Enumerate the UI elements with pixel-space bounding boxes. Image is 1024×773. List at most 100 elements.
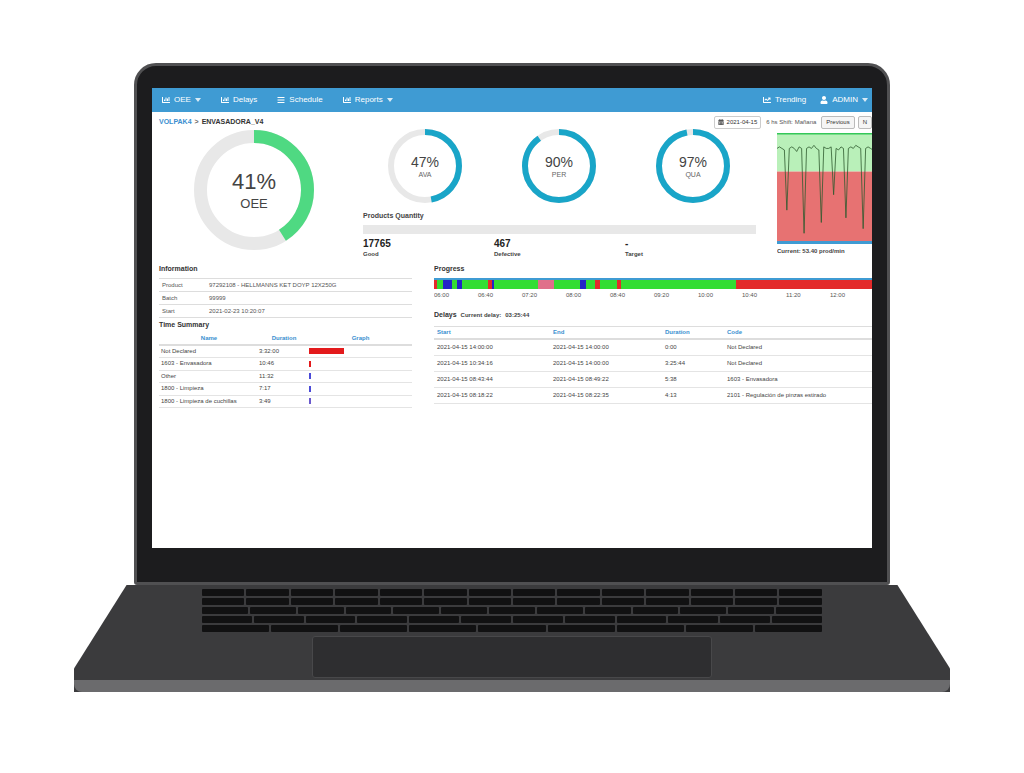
delay-cell: 3:25:44: [662, 359, 724, 368]
summary-graph: [309, 348, 412, 354]
information-value: 2021-02-23 10:20:07: [209, 307, 265, 316]
nav-label: Trending: [775, 94, 806, 106]
keyboard-key: [617, 616, 667, 623]
column-header[interactable]: Name: [159, 334, 259, 343]
caret-down-icon: [195, 98, 201, 102]
gauge-value: 97%: [679, 155, 707, 169]
chart-icon: [277, 96, 285, 104]
keyboard-key: [602, 598, 644, 605]
rate-current: Current: 53.40 prod/min: [777, 247, 872, 256]
summary-name: Not Declared: [159, 347, 259, 356]
keyboard-key: [646, 598, 688, 605]
keyboard-key: [617, 625, 684, 632]
keyboard-key: [246, 598, 288, 605]
keyboard-key: [668, 616, 718, 623]
summary-duration: 3:32:00: [259, 347, 309, 356]
timeline-segment[interactable]: [462, 280, 488, 289]
summary-bar: [309, 398, 311, 404]
timeline-tick: 12:00: [830, 291, 872, 300]
current-delay-value: 03:25:44: [505, 311, 529, 320]
breadcrumb: VOLPAK4>ENVASADORA_V4: [159, 117, 263, 128]
nav-left: OEE Delays Schedule Reports: [162, 94, 393, 106]
keyboard-key: [646, 589, 688, 596]
delay-row[interactable]: 2021-04-15 14:00:002021-04-15 14:00:000:…: [434, 340, 872, 356]
delays-title: Delays: [434, 310, 457, 321]
keyboard-key: [728, 607, 774, 614]
keyboard-key: [602, 589, 644, 596]
timeline-segment[interactable]: [538, 280, 553, 289]
column-header[interactable]: Duration: [662, 328, 724, 337]
keyboard-key: [202, 607, 248, 614]
nav-item[interactable]: Trending: [763, 94, 806, 106]
metrics-column: 47%AVA90%PER97%QUAProducts Quantity17765…: [363, 129, 756, 258]
date-value: 2021-04-15: [727, 118, 758, 127]
timeline-segment[interactable]: [586, 280, 595, 289]
keyboard-key: [779, 589, 821, 596]
summary-bar: [309, 373, 311, 379]
nav-button[interactable]: N: [858, 116, 872, 129]
keyboard-row: [202, 598, 822, 605]
keyboard-key: [776, 607, 822, 614]
column-header[interactable]: Duration: [259, 334, 309, 343]
timeline-segment[interactable]: [621, 280, 736, 289]
timeline-tick: 11:20: [786, 291, 830, 300]
breadcrumb-plant[interactable]: VOLPAK4: [159, 117, 192, 128]
summary-bar: [309, 348, 344, 354]
nav-item[interactable]: Schedule: [277, 94, 322, 106]
delay-cell: 2021-04-15 10:34:16: [434, 359, 550, 368]
keyboard-key: [246, 589, 288, 596]
breadcrumb-separator: >: [195, 117, 199, 128]
timeline-tick: 10:40: [742, 291, 786, 300]
breadcrumb-machine: ENVASADORA_V4: [202, 117, 264, 128]
count-value: 467: [494, 238, 625, 250]
column-header[interactable]: End: [550, 328, 662, 337]
gauge-label: AVA: [419, 171, 432, 178]
summary-name: 1800 - Limpieza: [159, 384, 259, 393]
nav-item[interactable]: ADMIN: [820, 94, 868, 106]
date-field[interactable]: 2021-04-15: [714, 116, 762, 129]
screen: OEE Delays Schedule Reports Trending ADMIN VOL…: [152, 88, 872, 548]
delay-row[interactable]: 2021-04-15 10:34:162021-04-15 14:00:003:…: [434, 356, 872, 372]
timeline-segment[interactable]: [600, 280, 618, 289]
left-panel: InformationProduct97292108 - HELLMANNS K…: [159, 264, 412, 409]
keyboard-key: [424, 598, 466, 605]
timeline-tick: 07:20: [522, 291, 566, 300]
delay-row[interactable]: 2021-04-15 08:43:442021-04-15 08:49:225:…: [434, 372, 872, 388]
right-panel: Progress06:0006:4007:2008:0008:4009:2010…: [434, 264, 872, 409]
nav-label: Reports: [355, 94, 383, 106]
summary-graph: [309, 373, 412, 379]
rate-chart: [777, 133, 872, 241]
nav-button[interactable]: Previous: [821, 116, 854, 129]
keyboard-row: [202, 589, 822, 596]
column-header[interactable]: Code: [724, 328, 872, 337]
keyboard-key: [513, 598, 555, 605]
keyboard-key: [202, 589, 244, 596]
nav-item[interactable]: Reports: [343, 94, 393, 106]
timeline-segment[interactable]: [443, 280, 452, 289]
time-summary-row: 1603 - Envasadora10:46: [159, 358, 412, 371]
column-header[interactable]: Graph: [309, 334, 412, 343]
summary-graph: [309, 386, 412, 392]
keyboard: [202, 589, 822, 632]
count-label: Target: [625, 250, 756, 258]
timeline-segment[interactable]: [494, 280, 538, 289]
timeline-segment[interactable]: [554, 280, 580, 289]
nav-item[interactable]: Delays: [221, 94, 257, 106]
summary-graph: [309, 361, 412, 367]
nav-item[interactable]: OEE: [162, 94, 201, 106]
timeline-segment[interactable]: [736, 280, 872, 289]
time-summary-row: 1800 - Limpieza de cuchillas3:49: [159, 396, 412, 409]
delay-row[interactable]: 2021-04-15 08:18:222021-04-15 08:22:354:…: [434, 388, 872, 404]
keyboard-key: [489, 607, 535, 614]
gauge-row: 47%AVA90%PER97%QUA: [363, 129, 756, 203]
summary-duration: 11:32: [259, 372, 309, 381]
caret-down-icon: [387, 98, 393, 102]
keyboard-key: [469, 589, 511, 596]
keyboard-key: [691, 589, 733, 596]
column-header[interactable]: Start: [434, 328, 550, 337]
header-row: VOLPAK4>ENVASADORA_V42021-04-156 hs Shif…: [152, 112, 872, 129]
keyboard-key: [513, 616, 563, 623]
keyboard-key: [735, 589, 777, 596]
timeline-tick: 06:40: [478, 291, 522, 300]
delays-heading: DelaysCurrent delay:03:25:44: [434, 310, 872, 326]
